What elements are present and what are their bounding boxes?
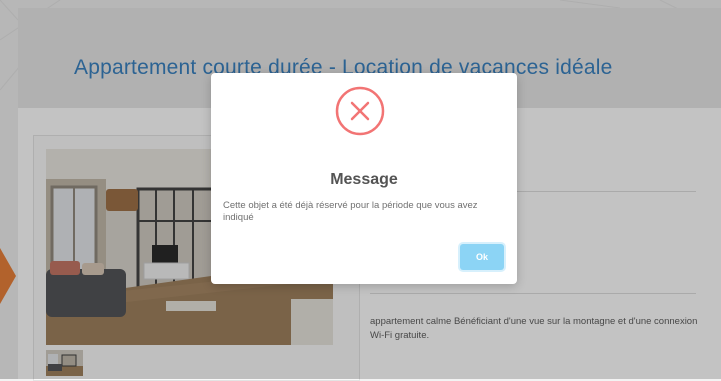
dialog-message: Cette objet a été déjà réservé pour la p…: [223, 200, 478, 223]
dialog-title: Message: [330, 171, 398, 188]
message-dialog: Message Cette objet a été déjà réservé p…: [211, 73, 517, 284]
error-x-circle-icon: [334, 85, 386, 137]
ok-button[interactable]: Ok: [460, 244, 504, 270]
